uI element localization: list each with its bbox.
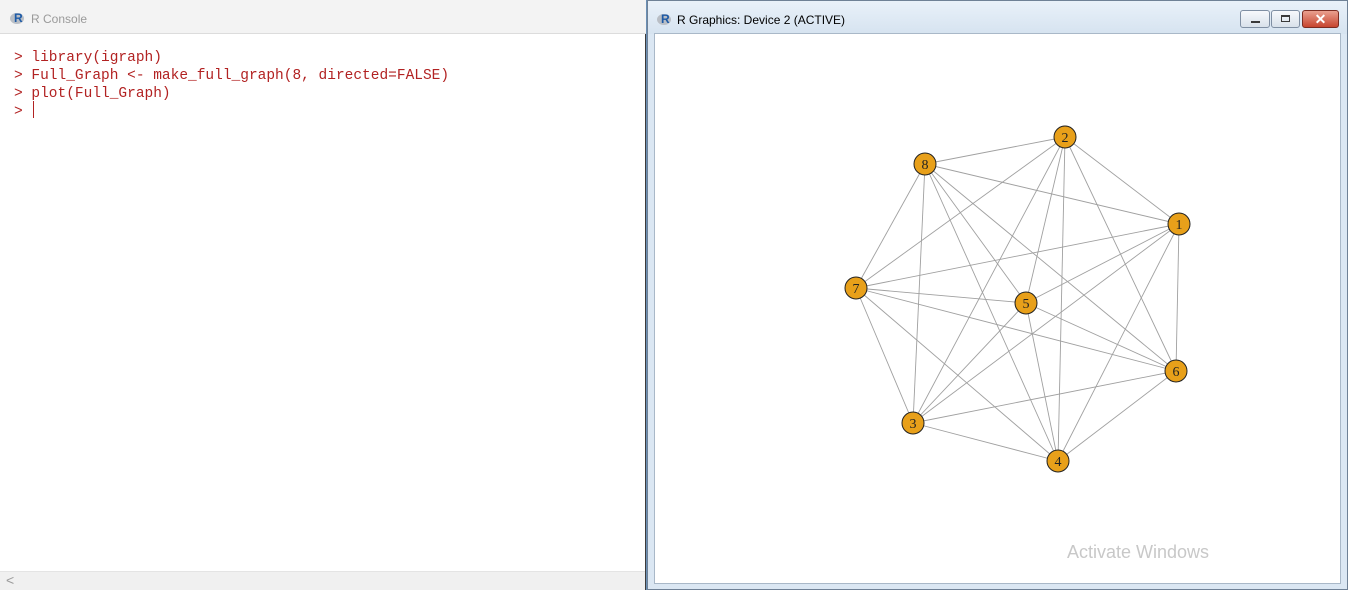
graph-edge-3-5 bbox=[912, 302, 1027, 424]
graph-edge-1-5 bbox=[1025, 223, 1180, 304]
graph-edge-2-5 bbox=[1025, 136, 1066, 304]
graph-edge-3-7 bbox=[855, 287, 914, 424]
graph-edge-5-7 bbox=[855, 287, 1027, 304]
console-horizontal-scrollbar[interactable]: < bbox=[0, 571, 645, 590]
graph-edge-2-8 bbox=[924, 136, 1066, 165]
graph-vertex-label-2: 2 bbox=[1062, 131, 1069, 146]
activate-windows-watermark: Activate Windows bbox=[1067, 542, 1210, 562]
maximize-button[interactable] bbox=[1271, 10, 1300, 28]
graph-edge-1-6 bbox=[1175, 223, 1180, 372]
console-titlebar[interactable]: R R Console bbox=[0, 0, 646, 34]
r-console-window: R R Console > library(igraph) > Full_Gra… bbox=[0, 0, 646, 590]
console-line-2: > Full_Graph <- make_full_graph(8, direc… bbox=[14, 68, 450, 84]
console-output-area[interactable]: > library(igraph) > Full_Graph <- make_f… bbox=[0, 34, 645, 571]
graph-edge-5-8 bbox=[924, 163, 1027, 304]
graph-vertex-label-1: 1 bbox=[1176, 218, 1183, 233]
graph-edge-3-6 bbox=[912, 370, 1177, 424]
console-line-1: > library(igraph) bbox=[14, 50, 162, 66]
console-prompt[interactable]: > bbox=[14, 103, 31, 121]
minimize-icon bbox=[1251, 21, 1260, 23]
plot-canvas[interactable]: 1 2 3 4 5 6 7 8 bbox=[654, 33, 1341, 584]
maximize-icon bbox=[1281, 15, 1290, 22]
close-icon: ✕ bbox=[1314, 11, 1327, 27]
scroll-left-icon[interactable]: < bbox=[6, 572, 14, 589]
graph-edge-2-6 bbox=[1064, 136, 1177, 372]
graph-vertex-label-3: 3 bbox=[910, 417, 917, 432]
r-graphics-window: R R Graphics: Device 2 (ACTIVE) ✕ 1 2 3 4 5 6… bbox=[647, 0, 1348, 590]
console-line-3: > plot(Full_Graph) bbox=[14, 86, 171, 102]
graph-vertex-label-7: 7 bbox=[853, 282, 860, 297]
graphics-titlebar[interactable]: R R Graphics: Device 2 (ACTIVE) ✕ bbox=[648, 1, 1347, 34]
graph-vertex-label-8: 8 bbox=[922, 158, 929, 173]
r-logo-icon: R bbox=[10, 11, 26, 26]
graph-edge-4-6 bbox=[1057, 370, 1177, 462]
graph-edge-1-3 bbox=[912, 223, 1180, 424]
graph-edge-2-3 bbox=[912, 136, 1066, 424]
text-caret bbox=[33, 101, 34, 118]
graph-edge-6-8 bbox=[924, 163, 1177, 372]
console-title: R Console bbox=[31, 12, 88, 26]
graph-vertex-label-6: 6 bbox=[1173, 365, 1180, 380]
minimize-button[interactable] bbox=[1240, 10, 1270, 28]
graph-vertex-label-4: 4 bbox=[1055, 455, 1062, 470]
graph-edge-7-8 bbox=[855, 163, 926, 289]
graph-edge-1-4 bbox=[1057, 223, 1180, 462]
graph-edge-2-4 bbox=[1057, 136, 1066, 462]
graph-vertex-label-5: 5 bbox=[1023, 297, 1030, 312]
r-logo-icon: R bbox=[657, 12, 673, 27]
graph-edge-5-6 bbox=[1025, 302, 1177, 372]
graphics-title: R Graphics: Device 2 (ACTIVE) bbox=[677, 13, 846, 27]
graph-edge-1-7 bbox=[855, 223, 1180, 289]
close-button[interactable]: ✕ bbox=[1302, 10, 1339, 28]
graph-plot: 1 2 3 4 5 6 7 8 bbox=[844, 125, 1191, 473]
